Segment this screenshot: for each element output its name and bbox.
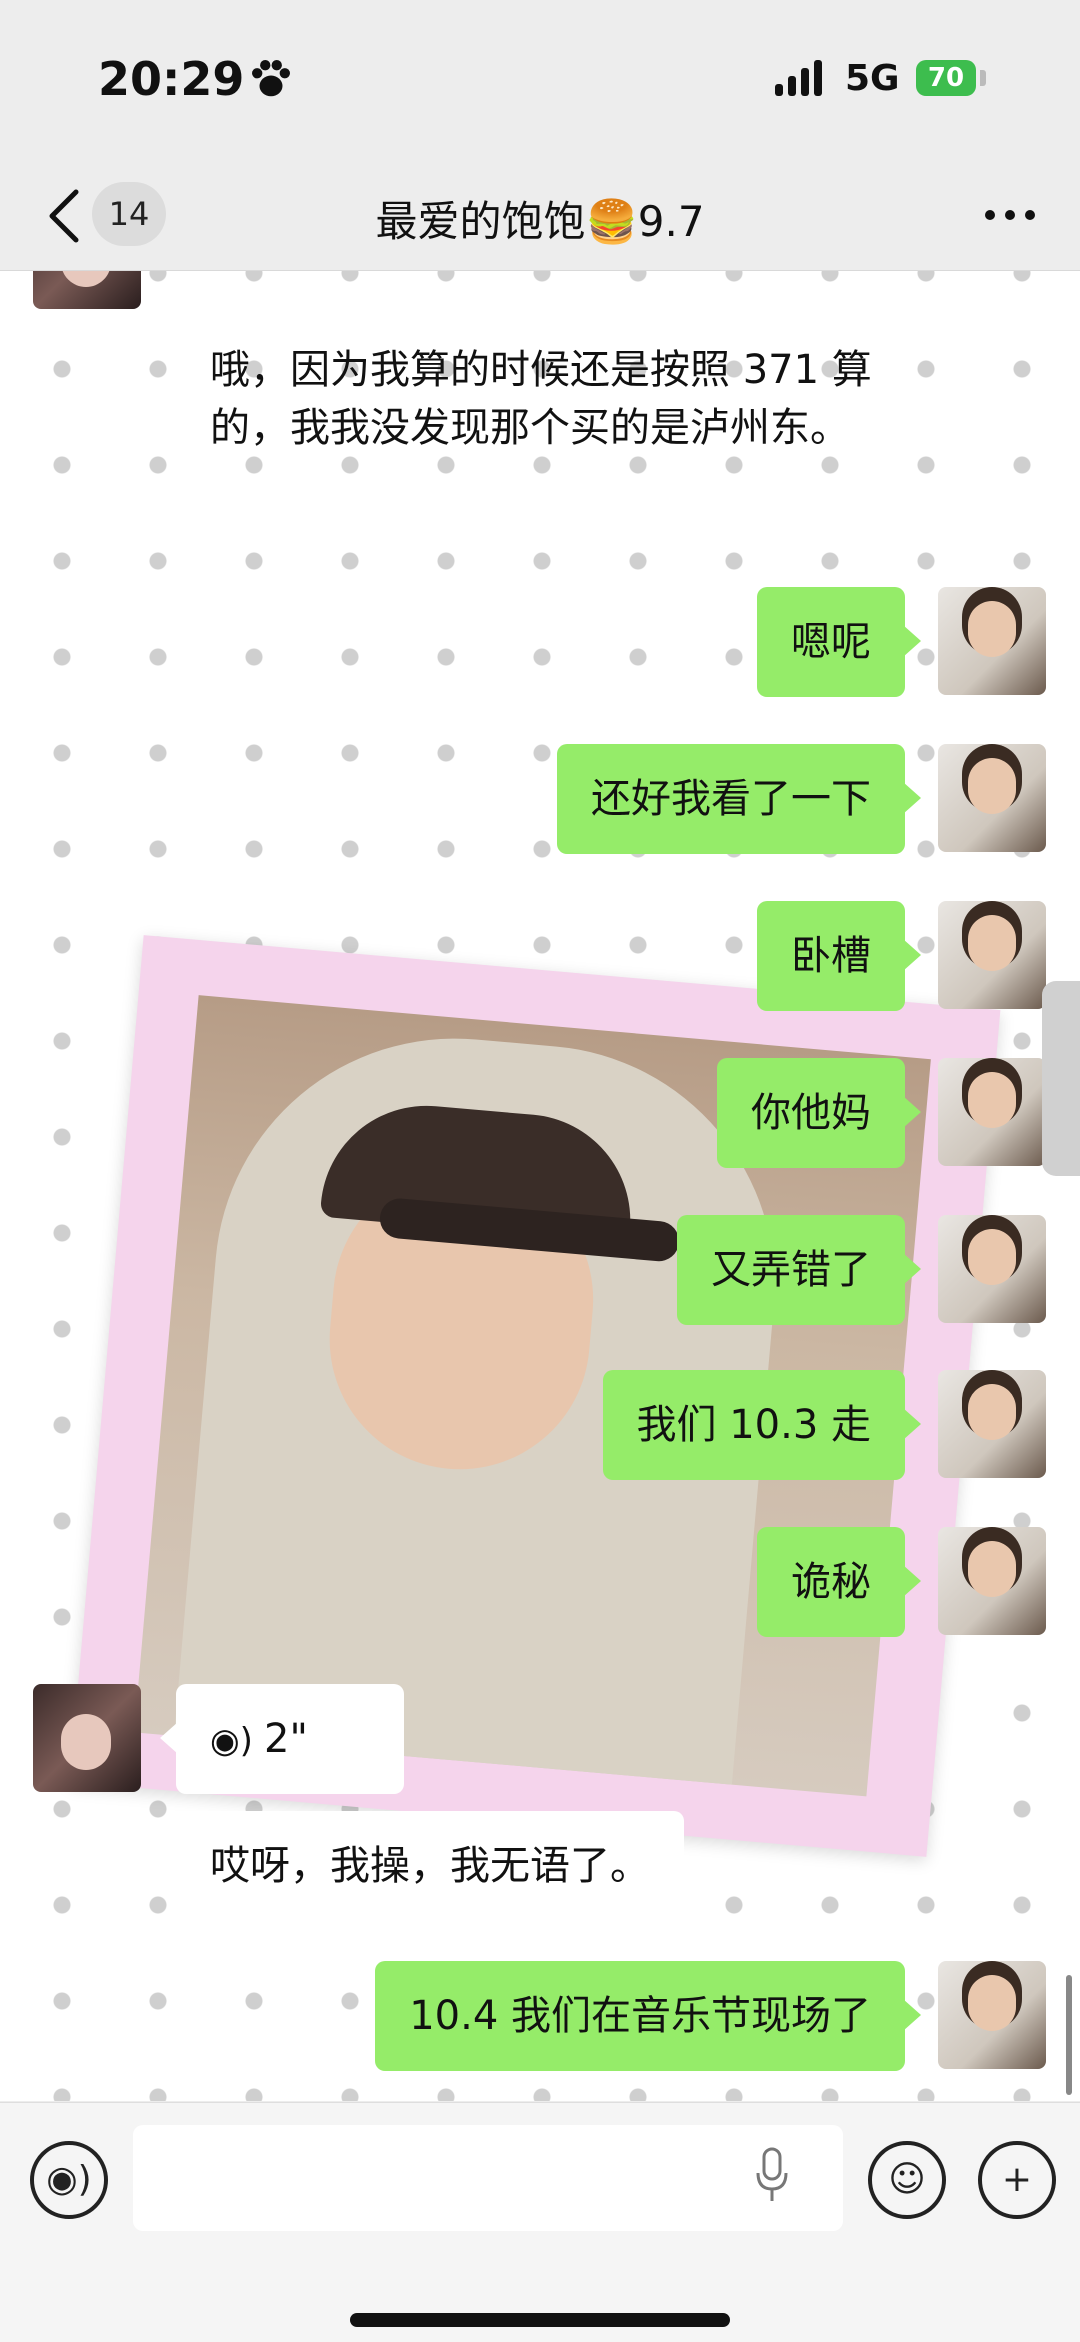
my-avatar[interactable] bbox=[938, 744, 1046, 852]
paw-icon bbox=[252, 60, 290, 97]
home-indicator bbox=[350, 2313, 730, 2327]
chat-header: 14 最爱的饱饱🍔9.7 bbox=[0, 160, 1080, 271]
message-incoming-text: 哦，因为我算的时候还是按照 371 算的，我我没发现那个买的是泸州东。 bbox=[210, 347, 872, 451]
voice-toggle-icon[interactable]: ◉) bbox=[30, 2141, 108, 2219]
voice-duration: 2" bbox=[264, 1716, 308, 1762]
chat-title: 最爱的饱饱🍔9.7 bbox=[375, 197, 705, 246]
chat-area[interactable]: 哦，因为我算的时候还是按照 371 算的，我我没发现那个买的是泸州东。 嗯呢 还… bbox=[0, 271, 1080, 2101]
network-type: 5G bbox=[845, 58, 900, 99]
add-icon[interactable]: + bbox=[978, 2141, 1056, 2219]
my-avatar[interactable] bbox=[938, 587, 1046, 695]
scrollbar[interactable] bbox=[1066, 1975, 1072, 2095]
microphone-icon[interactable] bbox=[752, 2145, 792, 2205]
status-time: 20:29 bbox=[98, 52, 245, 106]
message-input[interactable] bbox=[133, 2125, 843, 2231]
message-outgoing[interactable]: 还好我看了一下 bbox=[557, 744, 921, 854]
input-bar: ◉) ☺ + bbox=[0, 2102, 1080, 2342]
contact-avatar[interactable] bbox=[33, 271, 141, 309]
my-avatar[interactable] bbox=[938, 1058, 1046, 1166]
contact-avatar[interactable] bbox=[33, 1684, 141, 1792]
my-avatar[interactable] bbox=[938, 901, 1046, 1009]
battery-icon: 70 bbox=[916, 60, 976, 96]
emoji-icon[interactable]: ☺ bbox=[868, 2141, 946, 2219]
message-outgoing[interactable]: 嗯呢 bbox=[757, 587, 921, 697]
status-bar: 20:29 5G 70 bbox=[0, 0, 1080, 160]
my-avatar[interactable] bbox=[938, 1527, 1046, 1635]
message-outgoing[interactable]: 又弄错了 bbox=[677, 1215, 921, 1325]
more-options-icon[interactable] bbox=[980, 195, 1040, 235]
my-avatar[interactable] bbox=[938, 1370, 1046, 1478]
message-outgoing[interactable]: 我们 10.3 走 bbox=[602, 1370, 921, 1480]
battery-tip bbox=[980, 70, 986, 86]
my-avatar[interactable] bbox=[938, 1961, 1046, 2069]
my-avatar[interactable] bbox=[938, 1215, 1046, 1323]
message-outgoing[interactable]: 卧槽 bbox=[757, 901, 921, 1011]
message-outgoing[interactable]: 诡秘 bbox=[757, 1527, 921, 1637]
signal-icon bbox=[775, 60, 822, 96]
message-incoming[interactable]: 哎呀，我操，我无语了。 bbox=[160, 1811, 684, 1921]
message-outgoing[interactable]: 你他妈 bbox=[717, 1058, 921, 1168]
voice-message[interactable]: ◉) 2" bbox=[160, 1684, 404, 1794]
voice-wave-icon: ◉) bbox=[210, 1721, 253, 1761]
message-outgoing[interactable]: 10.4 我们在音乐节现场了 bbox=[375, 1961, 921, 2071]
scroll-handle[interactable] bbox=[1042, 981, 1080, 1176]
